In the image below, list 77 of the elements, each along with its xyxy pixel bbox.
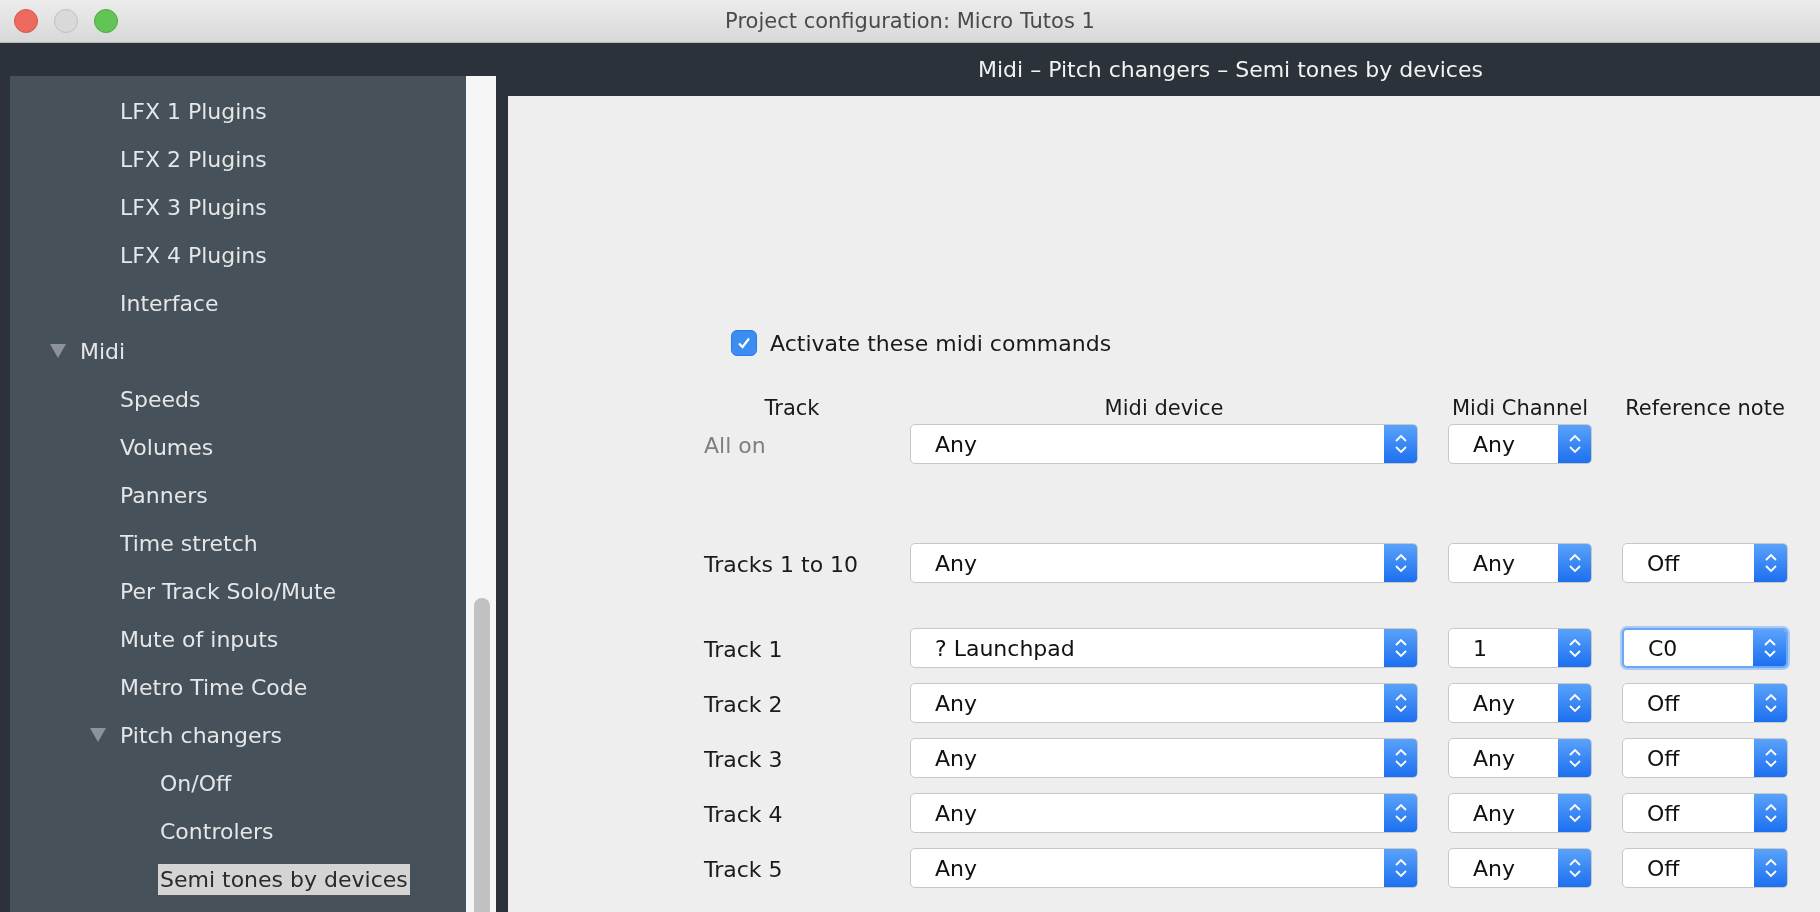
row-label: Track 2 xyxy=(704,692,784,719)
dropdown[interactable]: Any xyxy=(1448,793,1592,833)
row-label: Tracks 1 to 10 xyxy=(704,552,860,579)
dropdown[interactable]: Any xyxy=(910,793,1418,833)
sidebar-item[interactable]: LFX 4 Plugins xyxy=(118,239,269,271)
sidebar-item[interactable]: Time stretch xyxy=(118,527,260,559)
dropdown[interactable]: Any xyxy=(1448,738,1592,778)
dropdown[interactable]: Any xyxy=(1448,848,1592,888)
panel-header: Midi – Pitch changers – Semi tones by devices xyxy=(978,57,1483,82)
sidebar-item[interactable]: Controlers xyxy=(158,815,276,847)
checkbox[interactable] xyxy=(731,330,757,356)
zoom-button[interactable] xyxy=(94,9,118,33)
sidebar-item[interactable]: Semi tones by devices xyxy=(158,863,410,895)
scrollbar-thumb[interactable] xyxy=(474,598,490,912)
dropdown[interactable]: Off xyxy=(1622,848,1788,888)
column-header: Midi Channel xyxy=(1451,396,1589,422)
up-down-arrows-icon[interactable] xyxy=(1754,684,1787,722)
dropdown[interactable]: Off xyxy=(1622,738,1788,778)
sidebar-item[interactable]: Midi xyxy=(78,335,128,367)
up-down-arrows-icon[interactable] xyxy=(1754,849,1787,887)
column-header: Track xyxy=(763,396,821,422)
dropdown[interactable]: Any xyxy=(910,848,1418,888)
sidebar-item[interactable]: On/Off xyxy=(158,767,234,799)
up-down-arrows-icon[interactable] xyxy=(1384,794,1417,832)
up-down-arrows-icon[interactable] xyxy=(1754,544,1787,582)
dropdown[interactable]: 1 xyxy=(1448,628,1592,668)
dropdown[interactable]: Any xyxy=(910,738,1418,778)
dropdown[interactable]: Off xyxy=(1622,543,1788,583)
up-down-arrows-icon[interactable] xyxy=(1384,684,1417,722)
column-header: Reference note xyxy=(1624,396,1786,422)
checkbox-label: Activate these midi commands xyxy=(770,330,1112,356)
sidebar-item[interactable]: Metro Time Code xyxy=(118,671,310,703)
dropdown[interactable]: C0 xyxy=(1622,628,1788,668)
up-down-arrows-icon[interactable] xyxy=(1384,425,1417,463)
dropdown[interactable]: Off xyxy=(1622,793,1788,833)
scrollbar[interactable] xyxy=(466,76,496,912)
sidebar-item[interactable]: Pitch changers xyxy=(118,719,285,751)
up-down-arrows-icon[interactable] xyxy=(1384,849,1417,887)
sidebar-item[interactable]: Per Track Solo/Mute xyxy=(118,575,339,607)
sidebar-item[interactable]: LFX 3 Plugins xyxy=(118,191,269,223)
dropdown[interactable]: Off xyxy=(1622,683,1788,723)
up-down-arrows-icon[interactable] xyxy=(1558,684,1591,722)
dropdown[interactable]: ? Launchpad xyxy=(910,628,1418,668)
sidebar-item[interactable]: Speeds xyxy=(118,383,203,415)
up-down-arrows-icon[interactable] xyxy=(1384,629,1417,667)
sidebar-item[interactable]: Volumes xyxy=(118,431,216,463)
dropdown[interactable]: Any xyxy=(910,543,1418,583)
up-down-arrows-icon[interactable] xyxy=(1384,739,1417,777)
close-button[interactable] xyxy=(14,9,38,33)
sidebar-item[interactable]: Mute of inputs xyxy=(118,623,281,655)
sidebar-item[interactable]: Panners xyxy=(118,479,210,511)
row-label: Track 1 xyxy=(704,637,784,664)
sidebar-item[interactable]: LFX 1 Plugins xyxy=(118,95,269,127)
up-down-arrows-icon[interactable] xyxy=(1558,544,1591,582)
up-down-arrows-icon[interactable] xyxy=(1558,849,1591,887)
checkmark-icon xyxy=(736,335,752,351)
dropdown[interactable]: Any xyxy=(910,683,1418,723)
row-label: Track 4 xyxy=(704,802,784,829)
sidebar-item[interactable]: Interface xyxy=(118,287,221,319)
disclosure-triangle-icon[interactable] xyxy=(90,728,106,742)
up-down-arrows-icon[interactable] xyxy=(1754,794,1787,832)
column-header: Midi device xyxy=(1103,396,1225,422)
up-down-arrows-icon[interactable] xyxy=(1558,794,1591,832)
window-title: Project configuration: Micro Tutos 1 xyxy=(725,9,1095,33)
row-label: Track 5 xyxy=(704,857,784,884)
dropdown[interactable]: Any xyxy=(1448,683,1592,723)
disclosure-triangle-icon[interactable] xyxy=(50,344,66,358)
up-down-arrows-icon[interactable] xyxy=(1384,544,1417,582)
row-label: All on xyxy=(704,433,767,460)
up-down-arrows-icon[interactable] xyxy=(1754,739,1787,777)
row-label: Track 3 xyxy=(704,747,784,774)
sidebar-item[interactable]: LFX 2 Plugins xyxy=(118,143,269,175)
up-down-arrows-icon[interactable] xyxy=(1753,630,1786,666)
up-down-arrows-icon[interactable] xyxy=(1558,425,1591,463)
dropdown[interactable]: Any xyxy=(1448,543,1592,583)
up-down-arrows-icon[interactable] xyxy=(1558,739,1591,777)
up-down-arrows-icon[interactable] xyxy=(1558,629,1591,667)
